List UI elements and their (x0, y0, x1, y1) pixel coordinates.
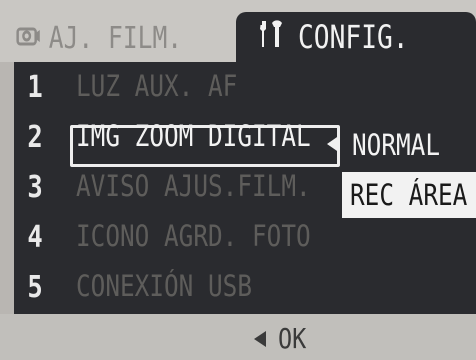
left-arrow-icon (254, 330, 266, 347)
menu-row-usb-connection[interactable]: 5 CONEXIÓN USB (14, 262, 476, 312)
option-normal[interactable]: NORMAL (346, 124, 476, 166)
ok-label: OK (278, 322, 307, 355)
menu-row-label: AVISO AJUS.FILM. (76, 169, 311, 203)
menu-row-number: 2 (27, 120, 43, 155)
menu-row-number: 3 (27, 170, 43, 205)
tab-config-label: CONFIG. (298, 18, 409, 56)
menu-row-enlarge-photo-icon[interactable]: 4 ICONO AGRD. FOTO (14, 212, 476, 262)
tab-strip: AJ. FILM. CONFIG. (0, 0, 476, 62)
option-label: NORMAL (352, 128, 441, 162)
option-label: REC ÁREA (350, 178, 468, 212)
wrench-screwdriver-icon (256, 17, 286, 57)
menu-row-label: LUZ AUX. AF (76, 69, 238, 103)
tab-config[interactable]: CONFIG. (236, 12, 476, 62)
ok-hint: OK (254, 322, 312, 355)
menu-row-af-aux-light[interactable]: 1 LUZ AUX. AF (14, 62, 476, 112)
menu-row-number: 1 (27, 70, 43, 105)
tab-film-label: AJ. FILM. (48, 20, 183, 56)
footer-bar: OK (0, 314, 476, 360)
camera-menu-screen: AJ. FILM. CONFIG. 1 LUZ AUX. AF 2 IMG ZO… (0, 0, 476, 360)
menu-row-label: CONEXIÓN USB (76, 269, 252, 303)
menu-row-number: 4 (27, 220, 43, 255)
film-settings-icon (16, 21, 41, 56)
menu-row-label: ICONO AGRD. FOTO (76, 219, 311, 253)
tab-film-settings[interactable]: AJ. FILM. (16, 18, 193, 58)
selected-row-outline (70, 125, 340, 167)
popup-pointer-icon (327, 135, 340, 153)
option-rec-area[interactable]: REC ÁREA (342, 172, 476, 218)
menu-row-number: 5 (27, 270, 43, 305)
